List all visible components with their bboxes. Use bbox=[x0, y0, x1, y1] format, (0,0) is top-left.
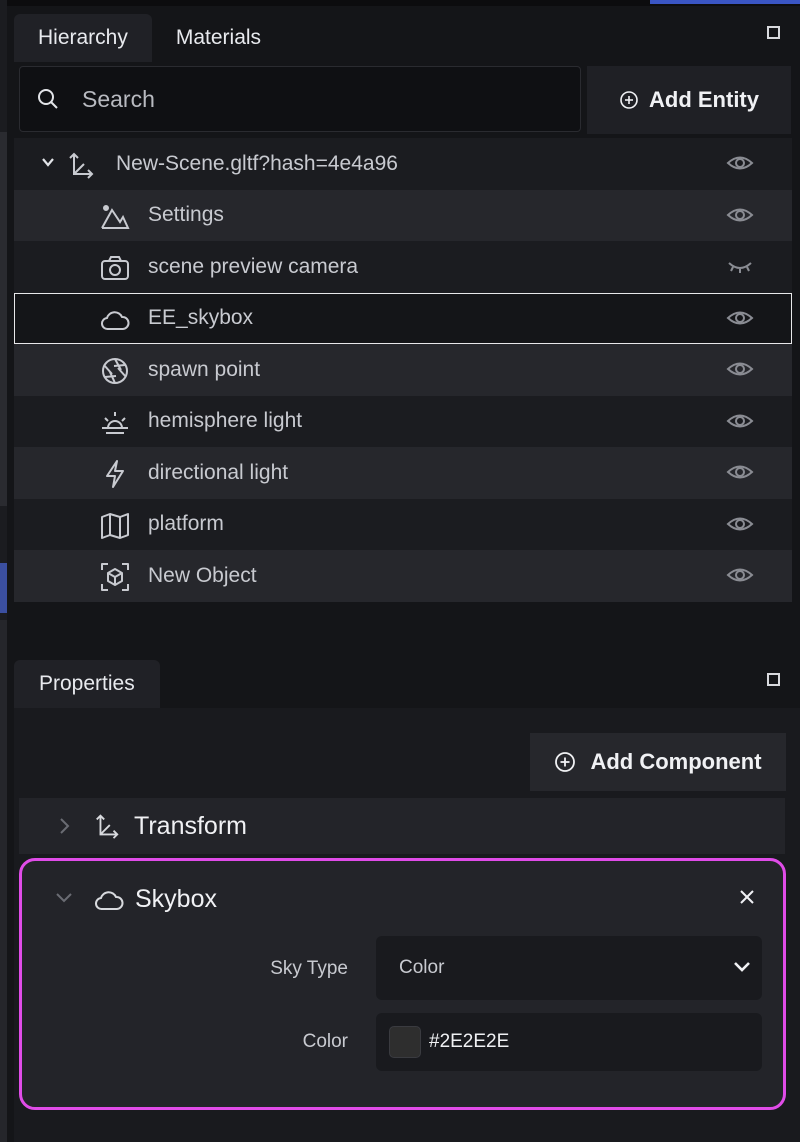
color-value: #2E2E2E bbox=[429, 1031, 510, 1052]
eye-icon[interactable] bbox=[726, 513, 754, 535]
tree-row-spawn-point[interactable]: spawn point bbox=[14, 344, 792, 396]
tree-row-settings[interactable]: Settings bbox=[14, 189, 792, 241]
tree-row-label: Settings bbox=[148, 203, 224, 227]
tab-materials[interactable]: Materials bbox=[152, 14, 285, 62]
hierarchy-search[interactable] bbox=[19, 66, 581, 132]
box-icon bbox=[101, 563, 129, 591]
tree-row-label: New Object bbox=[148, 563, 257, 587]
sky-type-value: Color bbox=[399, 957, 445, 978]
tab-properties[interactable]: Properties bbox=[14, 660, 160, 708]
tree-row-scene-preview-camera[interactable]: scene preview camera bbox=[14, 241, 792, 293]
tree-row-root[interactable]: New-Scene.gltf?hash=4e4a96 bbox=[14, 138, 792, 190]
cloud-icon bbox=[101, 310, 130, 330]
plus-circle-icon bbox=[620, 91, 638, 109]
top-accent-bar bbox=[650, 0, 800, 4]
close-icon[interactable] bbox=[739, 889, 755, 905]
tree-row-label: EE_skybox bbox=[148, 306, 254, 330]
aperture-icon bbox=[102, 358, 128, 384]
tree-row-hemisphere-light[interactable]: hemisphere light bbox=[14, 395, 792, 447]
axes-icon bbox=[96, 814, 119, 839]
maximize-properties-icon[interactable] bbox=[767, 673, 780, 686]
tree-row-label: hemisphere light bbox=[148, 409, 303, 433]
color-swatch[interactable] bbox=[389, 1026, 421, 1058]
eye-closed-icon[interactable] bbox=[726, 255, 754, 277]
chevron-down-icon bbox=[734, 962, 750, 972]
left-edge-panel-lower bbox=[0, 620, 7, 1142]
camera-icon bbox=[101, 256, 129, 280]
sky-type-label: Sky Type bbox=[270, 958, 348, 979]
eye-icon[interactable] bbox=[726, 358, 754, 380]
mountain-icon bbox=[101, 204, 130, 229]
tree-row-ee-skybox[interactable]: EE_skybox bbox=[14, 292, 792, 344]
tree-row-label: directional light bbox=[148, 460, 289, 484]
skybox-component: Skybox Sky Type Color Color #2E2E2E bbox=[19, 858, 786, 1110]
add-entity-button[interactable]: Add Entity bbox=[587, 66, 791, 134]
add-component-button[interactable]: Add Component bbox=[530, 733, 786, 791]
sky-type-select[interactable]: Color bbox=[376, 936, 762, 1000]
hierarchy-tree: New-Scene.gltf?hash=4e4a96 Settings scen… bbox=[14, 138, 792, 602]
search-input[interactable] bbox=[82, 85, 522, 113]
hierarchy-tabs: Hierarchy Materials bbox=[14, 14, 285, 62]
plus-circle-icon bbox=[555, 752, 576, 772]
axes-icon bbox=[69, 152, 94, 179]
eye-icon[interactable] bbox=[726, 204, 754, 226]
transform-component-header[interactable]: Transform bbox=[19, 798, 785, 854]
eye-icon[interactable] bbox=[726, 410, 754, 432]
eye-icon[interactable] bbox=[726, 564, 754, 586]
tree-row-directional-light[interactable]: directional light bbox=[14, 447, 792, 499]
chevron-right-icon[interactable] bbox=[57, 816, 71, 836]
eye-icon[interactable] bbox=[726, 461, 754, 483]
add-component-label: Add Component bbox=[590, 749, 762, 774]
chevron-down-icon[interactable] bbox=[54, 891, 74, 905]
left-edge-accent bbox=[0, 563, 7, 613]
eye-icon[interactable] bbox=[726, 307, 754, 329]
cloud-icon bbox=[95, 891, 124, 910]
eye-icon[interactable] bbox=[726, 152, 754, 174]
lightning-icon bbox=[106, 460, 124, 488]
color-picker[interactable]: #2E2E2E bbox=[376, 1013, 762, 1071]
tree-row-platform[interactable]: platform bbox=[14, 498, 792, 550]
tab-hierarchy[interactable]: Hierarchy bbox=[14, 14, 152, 62]
sunrise-icon bbox=[102, 411, 128, 434]
map-icon bbox=[101, 512, 129, 539]
search-icon bbox=[38, 89, 58, 109]
skybox-title: Skybox bbox=[135, 885, 217, 913]
tree-row-new-object[interactable]: New Object bbox=[14, 550, 792, 602]
chevron-down-icon[interactable] bbox=[40, 154, 56, 170]
left-edge-panel bbox=[0, 132, 7, 506]
transform-title: Transform bbox=[134, 811, 247, 840]
tree-row-label: spawn point bbox=[148, 357, 261, 381]
tree-row-label: New-Scene.gltf?hash=4e4a96 bbox=[116, 151, 398, 175]
maximize-hierarchy-icon[interactable] bbox=[767, 26, 780, 39]
color-label: Color bbox=[302, 1031, 348, 1052]
tree-row-label: platform bbox=[148, 512, 224, 536]
add-entity-label: Add Entity bbox=[649, 87, 759, 112]
tree-row-label: scene preview camera bbox=[148, 254, 359, 278]
